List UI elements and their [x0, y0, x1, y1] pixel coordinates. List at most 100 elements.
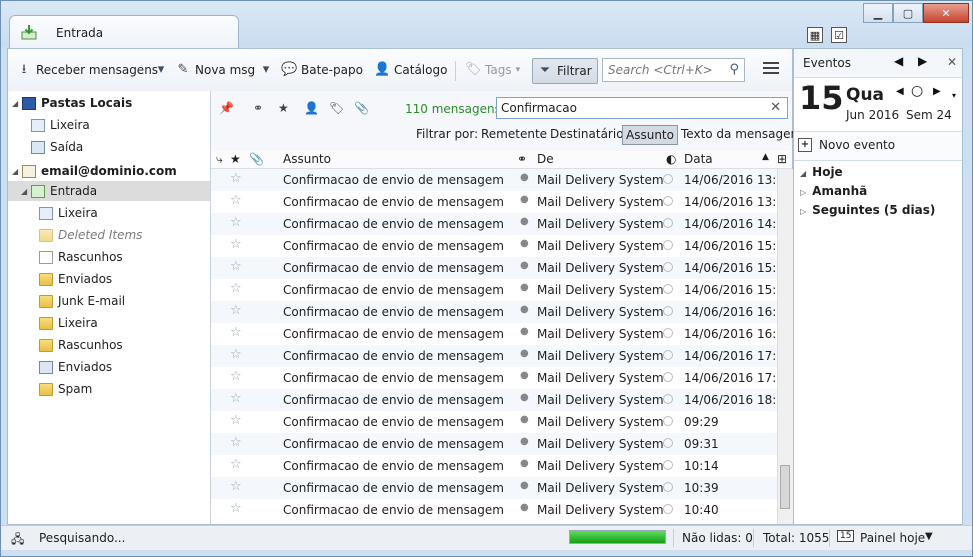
new-event-button[interactable]: + Novo evento: [794, 131, 962, 161]
folder-item[interactable]: Junk E-mail: [8, 291, 210, 311]
table-row[interactable]: ☆ Confirmacao de envio de mensagem ● Mail D…: [211, 279, 777, 301]
folder-item[interactable]: Enviados: [8, 357, 210, 377]
prev-icon[interactable]: ◀: [896, 86, 904, 97]
get-messages-button[interactable]: ⭳ Receber mensagens: [16, 59, 158, 81]
close-button[interactable]: ✕: [923, 3, 969, 23]
star-icon[interactable]: ☆: [230, 193, 242, 208]
star-icon[interactable]: ☆: [230, 479, 242, 494]
attachment-filter-icon[interactable]: 📎: [354, 101, 369, 115]
tag-filter-icon[interactable]: 🏷: [329, 101, 344, 115]
column-date[interactable]: Data: [684, 152, 713, 166]
folder-item[interactable]: Lixeira: [8, 203, 210, 223]
minimize-button[interactable]: ▁: [863, 3, 893, 23]
column-subject[interactable]: Assunto: [283, 152, 331, 166]
collapse-arrow-icon[interactable]: ◢: [12, 99, 18, 108]
tags-button[interactable]: 🏷 Tags ▾: [465, 59, 520, 81]
read-status-icon[interactable]: ●: [520, 216, 529, 227]
unread-filter-icon[interactable]: ⚭: [253, 101, 263, 115]
star-icon[interactable]: ☆: [230, 325, 242, 340]
read-status-icon[interactable]: ●: [520, 172, 529, 183]
filter-subject[interactable]: Assunto: [622, 125, 678, 145]
table-row[interactable]: ☆ Confirmacao de envio de mensagem ● Mail D…: [211, 213, 777, 235]
read-status-icon[interactable]: ●: [520, 194, 529, 205]
read-status-icon[interactable]: ●: [520, 458, 529, 469]
table-row[interactable]: ☆ Confirmacao de envio de mensagem ● Mail D…: [211, 191, 777, 213]
message-list-scrollbar[interactable]: [777, 169, 793, 524]
table-row[interactable]: ☆ Confirmacao de envio de mensagem ● Mail D…: [211, 433, 777, 455]
junk-status-icon[interactable]: [663, 218, 673, 228]
folder-item[interactable]: Lixeira: [8, 115, 210, 135]
read-status-icon[interactable]: ●: [520, 480, 529, 491]
folder-item[interactable]: Deleted Items: [8, 225, 210, 245]
new-message-dropdown[interactable]: ▾: [258, 59, 278, 81]
read-status-icon[interactable]: ●: [520, 304, 529, 315]
folder-item[interactable]: Saída: [8, 137, 210, 157]
offline-status-icon[interactable]: 🖧: [11, 530, 24, 551]
prev-day-icon[interactable]: ◀: [894, 54, 903, 68]
pin-icon[interactable]: 📌: [219, 101, 234, 115]
table-row[interactable]: ☆ Confirmacao de envio de mensagem ● Mail D…: [211, 345, 777, 367]
read-status-icon[interactable]: ●: [520, 326, 529, 337]
table-row[interactable]: ☆ Confirmacao de envio de mensagem ● Mail D…: [211, 389, 777, 411]
quick-filter-input[interactable]: Confirmacao ✕: [496, 97, 788, 119]
junk-status-icon[interactable]: [663, 482, 673, 492]
star-icon[interactable]: ☆: [230, 413, 242, 428]
read-status-icon[interactable]: ●: [520, 370, 529, 381]
read-status-icon[interactable]: ●: [520, 282, 529, 293]
calendar-tab-icon[interactable]: ▦: [807, 27, 823, 43]
junk-status-icon[interactable]: [663, 262, 673, 272]
junk-status-icon[interactable]: [663, 284, 673, 294]
star-icon[interactable]: ☆: [230, 369, 242, 384]
read-status-icon[interactable]: ●: [520, 348, 529, 359]
folder-item[interactable]: Lixeira: [8, 313, 210, 333]
today-pane-toggle[interactable]: Painel hoje: [860, 531, 925, 545]
junk-status-icon[interactable]: [663, 394, 673, 404]
next-day-icon[interactable]: ▶: [918, 54, 927, 68]
read-status-icon[interactable]: ●: [520, 414, 529, 425]
star-icon[interactable]: ☆: [230, 237, 242, 252]
table-row[interactable]: ☆ Confirmacao de envio de mensagem ● Mail D…: [211, 323, 777, 345]
get-messages-dropdown[interactable]: ▾: [153, 59, 173, 81]
table-row[interactable]: ☆ Confirmacao de envio de mensagem ● Mail D…: [211, 257, 777, 279]
junk-status-icon[interactable]: [663, 504, 673, 514]
junk-status-icon[interactable]: [663, 416, 673, 426]
filter-body[interactable]: Texto da mensagem: [681, 127, 802, 141]
next-icon[interactable]: ▶: [933, 86, 941, 97]
table-row[interactable]: ☆ Confirmacao de envio de mensagem ● Mail D…: [211, 301, 777, 323]
chevron-down-icon[interactable]: ▼: [925, 531, 933, 542]
folder-local-account[interactable]: ◢ Pastas Locais: [8, 93, 210, 113]
table-row[interactable]: ☆ Confirmacao de envio de mensagem ● Mail D…: [211, 367, 777, 389]
tab-inbox[interactable]: Entrada: [9, 15, 239, 50]
chat-button[interactable]: 💬 Bate-papo: [281, 59, 363, 81]
table-row[interactable]: ☆ Confirmacao de envio de mensagem ● Mail D…: [211, 455, 777, 477]
read-status-icon[interactable]: ●: [520, 260, 529, 271]
table-row[interactable]: ☆ Confirmacao de envio de mensagem ● Mail D…: [211, 235, 777, 257]
junk-status-icon[interactable]: [663, 306, 673, 316]
star-icon[interactable]: ☆: [230, 435, 242, 450]
attachment-column-icon[interactable]: 📎: [249, 152, 264, 166]
agenda-upcoming[interactable]: ▷ Seguintes (5 dias): [800, 203, 935, 217]
read-status-icon[interactable]: ●: [520, 238, 529, 249]
table-row[interactable]: ☆ Confirmacao de envio de mensagem ● Mail D…: [211, 477, 777, 499]
agenda-today[interactable]: ◢ Hoje: [800, 165, 843, 179]
star-icon[interactable]: ☆: [230, 171, 242, 186]
app-menu-icon[interactable]: [763, 62, 779, 76]
star-column-icon[interactable]: ★: [230, 152, 241, 166]
table-row[interactable]: ☆ Confirmacao de envio de mensagem ● Mail D…: [211, 411, 777, 433]
tasks-tab-icon[interactable]: ☑: [831, 27, 847, 43]
junk-status-icon[interactable]: [663, 438, 673, 448]
clear-icon[interactable]: ✕: [770, 100, 781, 115]
junk-status-icon[interactable]: [663, 196, 673, 206]
filter-sender[interactable]: Remetente: [481, 127, 547, 141]
read-status-icon[interactable]: ●: [520, 502, 529, 513]
address-book-button[interactable]: 👤 Catálogo: [374, 59, 447, 81]
new-message-button[interactable]: ✎ Nova msg: [175, 59, 256, 81]
folder-item[interactable]: Enviados: [8, 269, 210, 289]
today-icon[interactable]: ○: [911, 83, 923, 99]
thread-column-icon[interactable]: ⤷: [216, 152, 223, 167]
agenda-tomorrow[interactable]: ▷ Amanhã: [800, 184, 867, 198]
filter-recipients[interactable]: Destinatários: [550, 127, 630, 141]
junk-status-icon[interactable]: [663, 328, 673, 338]
folder-item[interactable]: Rascunhos: [8, 335, 210, 355]
folder-inbox[interactable]: ◢ Entrada: [8, 181, 210, 201]
